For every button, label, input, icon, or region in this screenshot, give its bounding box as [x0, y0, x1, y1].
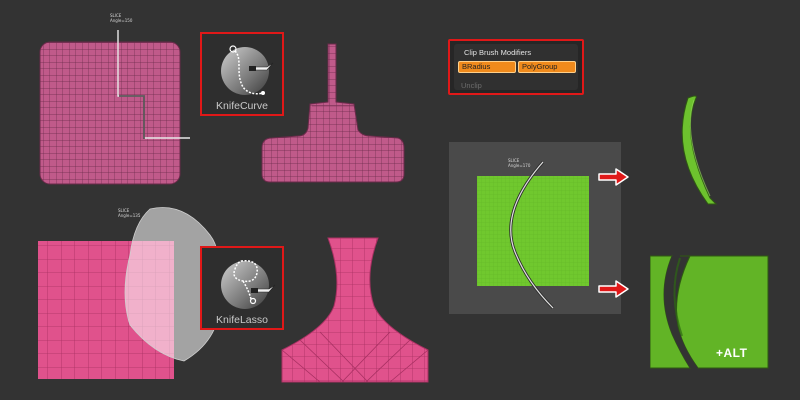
green-curved-strip — [681, 95, 718, 205]
bradius-button[interactable]: BRadius — [458, 61, 516, 73]
t-shape-mesh — [261, 43, 405, 183]
arrow-right-icon — [598, 168, 629, 186]
slice-readout-2: SLICE Angle=135 — [118, 208, 141, 218]
alt-modifier-label: +ALT — [716, 346, 748, 360]
arrow-right-icon — [598, 280, 629, 298]
funnel-shape-mesh — [281, 237, 429, 383]
knife-lasso-brush-thumbnail[interactable]: KnifeLasso — [200, 246, 284, 330]
knife-lasso-label: KnifeLasso — [216, 314, 268, 326]
slice-readout-1: SLICE Angle=150 — [110, 13, 133, 23]
modifiers-inner: Clip Brush Modifiers BRadius PolyGroup U… — [454, 44, 578, 90]
slice-readout-3: SLICE Angle=170 — [508, 158, 531, 168]
unclip-button[interactable]: Unclip — [461, 81, 482, 90]
knife-lasso-square-mesh — [38, 207, 222, 379]
green-alt-result-mesh — [650, 255, 769, 369]
polygroup-button[interactable]: PolyGroup — [518, 61, 576, 73]
knife-lasso-brush-icon — [221, 260, 276, 309]
knife-curve-square-mesh — [39, 30, 190, 185]
modifiers-title: Clip Brush Modifiers — [464, 48, 532, 57]
clip-brush-modifiers-panel: Clip Brush Modifiers BRadius PolyGroup U… — [448, 39, 584, 95]
